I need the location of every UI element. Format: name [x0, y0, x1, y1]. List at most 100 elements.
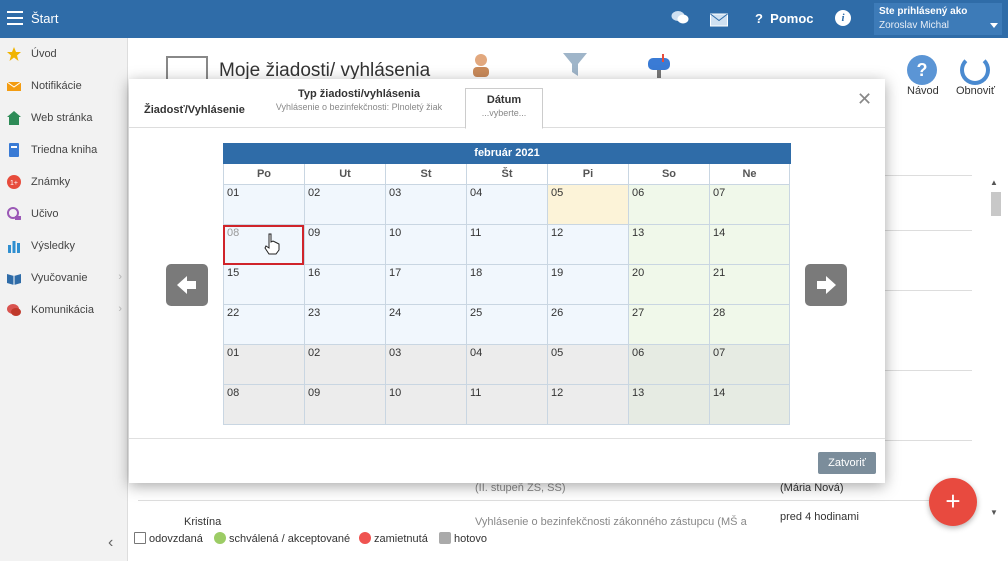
sidebar-item-uvod[interactable]: Úvod — [0, 38, 128, 70]
calendar-day[interactable]: 01 — [223, 185, 304, 225]
info-icon[interactable]: i — [835, 10, 851, 26]
calendar-day[interactable]: 22 — [223, 305, 304, 345]
close-icon[interactable]: ✕ — [857, 89, 872, 110]
calendar-day-other-month[interactable]: 14 — [709, 385, 790, 425]
calendar-day[interactable]: 04 — [466, 185, 547, 225]
scroll-up-icon[interactable]: ▲ — [990, 178, 998, 187]
sidebar-item-label: Komunikácia — [31, 304, 94, 316]
tab-date[interactable]: Dátum ...vyberte... — [465, 88, 543, 129]
weekday-label: St — [385, 164, 466, 185]
close-button[interactable]: Zatvoriť — [818, 452, 876, 474]
weekday-label: Po — [223, 164, 304, 185]
tab-type[interactable]: Typ žiadosti/vyhlásenia Vyhlásenie o bez… — [264, 88, 454, 112]
calendar-day[interactable]: 15 — [223, 265, 304, 305]
calendar-day-other-month[interactable]: 10 — [385, 385, 466, 425]
tab-date-value: ...vyberte... — [481, 108, 527, 118]
svg-text:1+: 1+ — [10, 180, 18, 187]
calendar-day-other-month[interactable]: 11 — [466, 385, 547, 425]
refresh-button-label[interactable]: Obnoviť — [956, 85, 995, 97]
calendar-day-other-month[interactable]: 13 — [628, 385, 709, 425]
calendar-day[interactable]: 26 — [547, 305, 628, 345]
legend-done: hotovo — [439, 532, 487, 545]
next-month-button[interactable] — [805, 264, 847, 306]
calendar-day[interactable]: 24 — [385, 305, 466, 345]
arrow-left-icon — [177, 276, 196, 294]
calendar-day-selected[interactable]: 08 — [223, 225, 304, 265]
calendar-day[interactable]: 23 — [304, 305, 385, 345]
calendar-day[interactable]: 07 — [709, 185, 790, 225]
calendar-week: 01 02 03 04 05 06 07 — [223, 345, 791, 385]
calendar-day[interactable]: 21 — [709, 265, 790, 305]
help-link[interactable]: ? Pomoc — [755, 11, 814, 26]
sidebar-item-ucivo[interactable]: Učivo — [0, 198, 128, 230]
sidebar-item-komunikacia[interactable]: Komunikácia › — [0, 294, 128, 326]
mailbox-icon — [648, 54, 670, 78]
calendar-day[interactable]: 03 — [385, 185, 466, 225]
calendar-day-other-month[interactable]: 02 — [304, 345, 385, 385]
user-menu[interactable]: Ste prihlásený ako Zoroslav Michal — [874, 3, 1002, 35]
weekday-label: Št — [466, 164, 547, 185]
calendar-day[interactable]: 28 — [709, 305, 790, 345]
calendar-day-other-month[interactable]: 04 — [466, 345, 547, 385]
calendar-day[interactable]: 25 — [466, 305, 547, 345]
calendar-day[interactable]: 10 — [385, 225, 466, 265]
sidebar-item-triedna-kniha[interactable]: Triedna kniha — [0, 134, 128, 166]
sidebar-item-web-stranka[interactable]: Web stránka — [0, 102, 128, 134]
scroll-thumb[interactable] — [991, 192, 1001, 216]
calendar-day-other-month[interactable]: 06 — [628, 345, 709, 385]
question-icon: ? — [755, 11, 771, 26]
check-icon — [214, 532, 226, 544]
weekday-label: Ut — [304, 164, 385, 185]
scroll-down-icon[interactable]: ▼ — [990, 508, 998, 517]
modal-footer: Zatvoriť — [129, 438, 885, 483]
add-button[interactable]: + — [929, 478, 977, 526]
book-icon — [9, 143, 19, 157]
sidebar-item-notifikacie[interactable]: Notifikácie — [0, 70, 128, 102]
calendar-day[interactable]: 02 — [304, 185, 385, 225]
tab-request[interactable]: Žiadosť/Vyhlásenie — [144, 104, 245, 116]
scrollbar[interactable]: ▲ ▼ — [990, 178, 1002, 520]
calendar-day[interactable]: 09 — [304, 225, 385, 265]
weekday-label: So — [628, 164, 709, 185]
reject-icon — [359, 532, 371, 544]
calendar-day[interactable]: 06 — [628, 185, 709, 225]
collapse-sidebar-icon[interactable]: ‹ — [108, 534, 113, 552]
calendar-week: 01 02 03 04 05 06 07 — [223, 185, 791, 225]
calendar-day[interactable]: 27 — [628, 305, 709, 345]
calendar-day-other-month[interactable]: 08 — [223, 385, 304, 425]
calendar-day[interactable]: 20 — [628, 265, 709, 305]
sidebar-item-label: Známky — [31, 176, 71, 188]
calendar-day[interactable]: 13 — [628, 225, 709, 265]
sidebar-item-znamky[interactable]: 1+ Známky — [0, 166, 128, 198]
users-icon — [473, 54, 489, 77]
calendar-day[interactable]: 17 — [385, 265, 466, 305]
calendar-day[interactable]: 16 — [304, 265, 385, 305]
help-button[interactable]: ? — [907, 55, 937, 85]
calendar-day[interactable]: 19 — [547, 265, 628, 305]
calendar-day-other-month[interactable]: 09 — [304, 385, 385, 425]
calendar-week: 22 23 24 25 26 27 28 — [223, 305, 791, 345]
list-item-type: (II. stupeň ZŠ, SŠ) — [475, 482, 566, 494]
calendar-day-today[interactable]: 05 — [547, 185, 628, 225]
calendar-day-other-month[interactable]: 01 — [223, 345, 304, 385]
prev-month-button[interactable] — [166, 264, 208, 306]
refresh-icon[interactable] — [960, 55, 990, 85]
menu-icon[interactable] — [7, 11, 23, 25]
calendar-day-other-month[interactable]: 07 — [709, 345, 790, 385]
sidebar-item-label: Učivo — [31, 208, 59, 220]
calendar-day[interactable]: 14 — [709, 225, 790, 265]
calendar-day-other-month[interactable]: 03 — [385, 345, 466, 385]
sidebar-item-label: Web stránka — [31, 112, 93, 124]
envelope-icon[interactable] — [710, 12, 728, 28]
sidebar-item-vysledky[interactable]: Výsledky — [0, 230, 128, 262]
chevron-right-icon: › — [118, 303, 122, 315]
app-title[interactable]: Štart — [31, 11, 58, 26]
calendar-day[interactable]: 12 — [547, 225, 628, 265]
calendar-day-other-month[interactable]: 12 — [547, 385, 628, 425]
sidebar-item-vyucovanie[interactable]: Vyučovanie › — [0, 262, 128, 294]
calendar-day[interactable]: 18 — [466, 265, 547, 305]
chat-bubbles-icon[interactable] — [671, 10, 689, 26]
calendar-day-other-month[interactable]: 05 — [547, 345, 628, 385]
calendar-day[interactable]: 11 — [466, 225, 547, 265]
sidebar: Úvod Notifikácie Web stránka Triedna kni… — [0, 38, 128, 561]
